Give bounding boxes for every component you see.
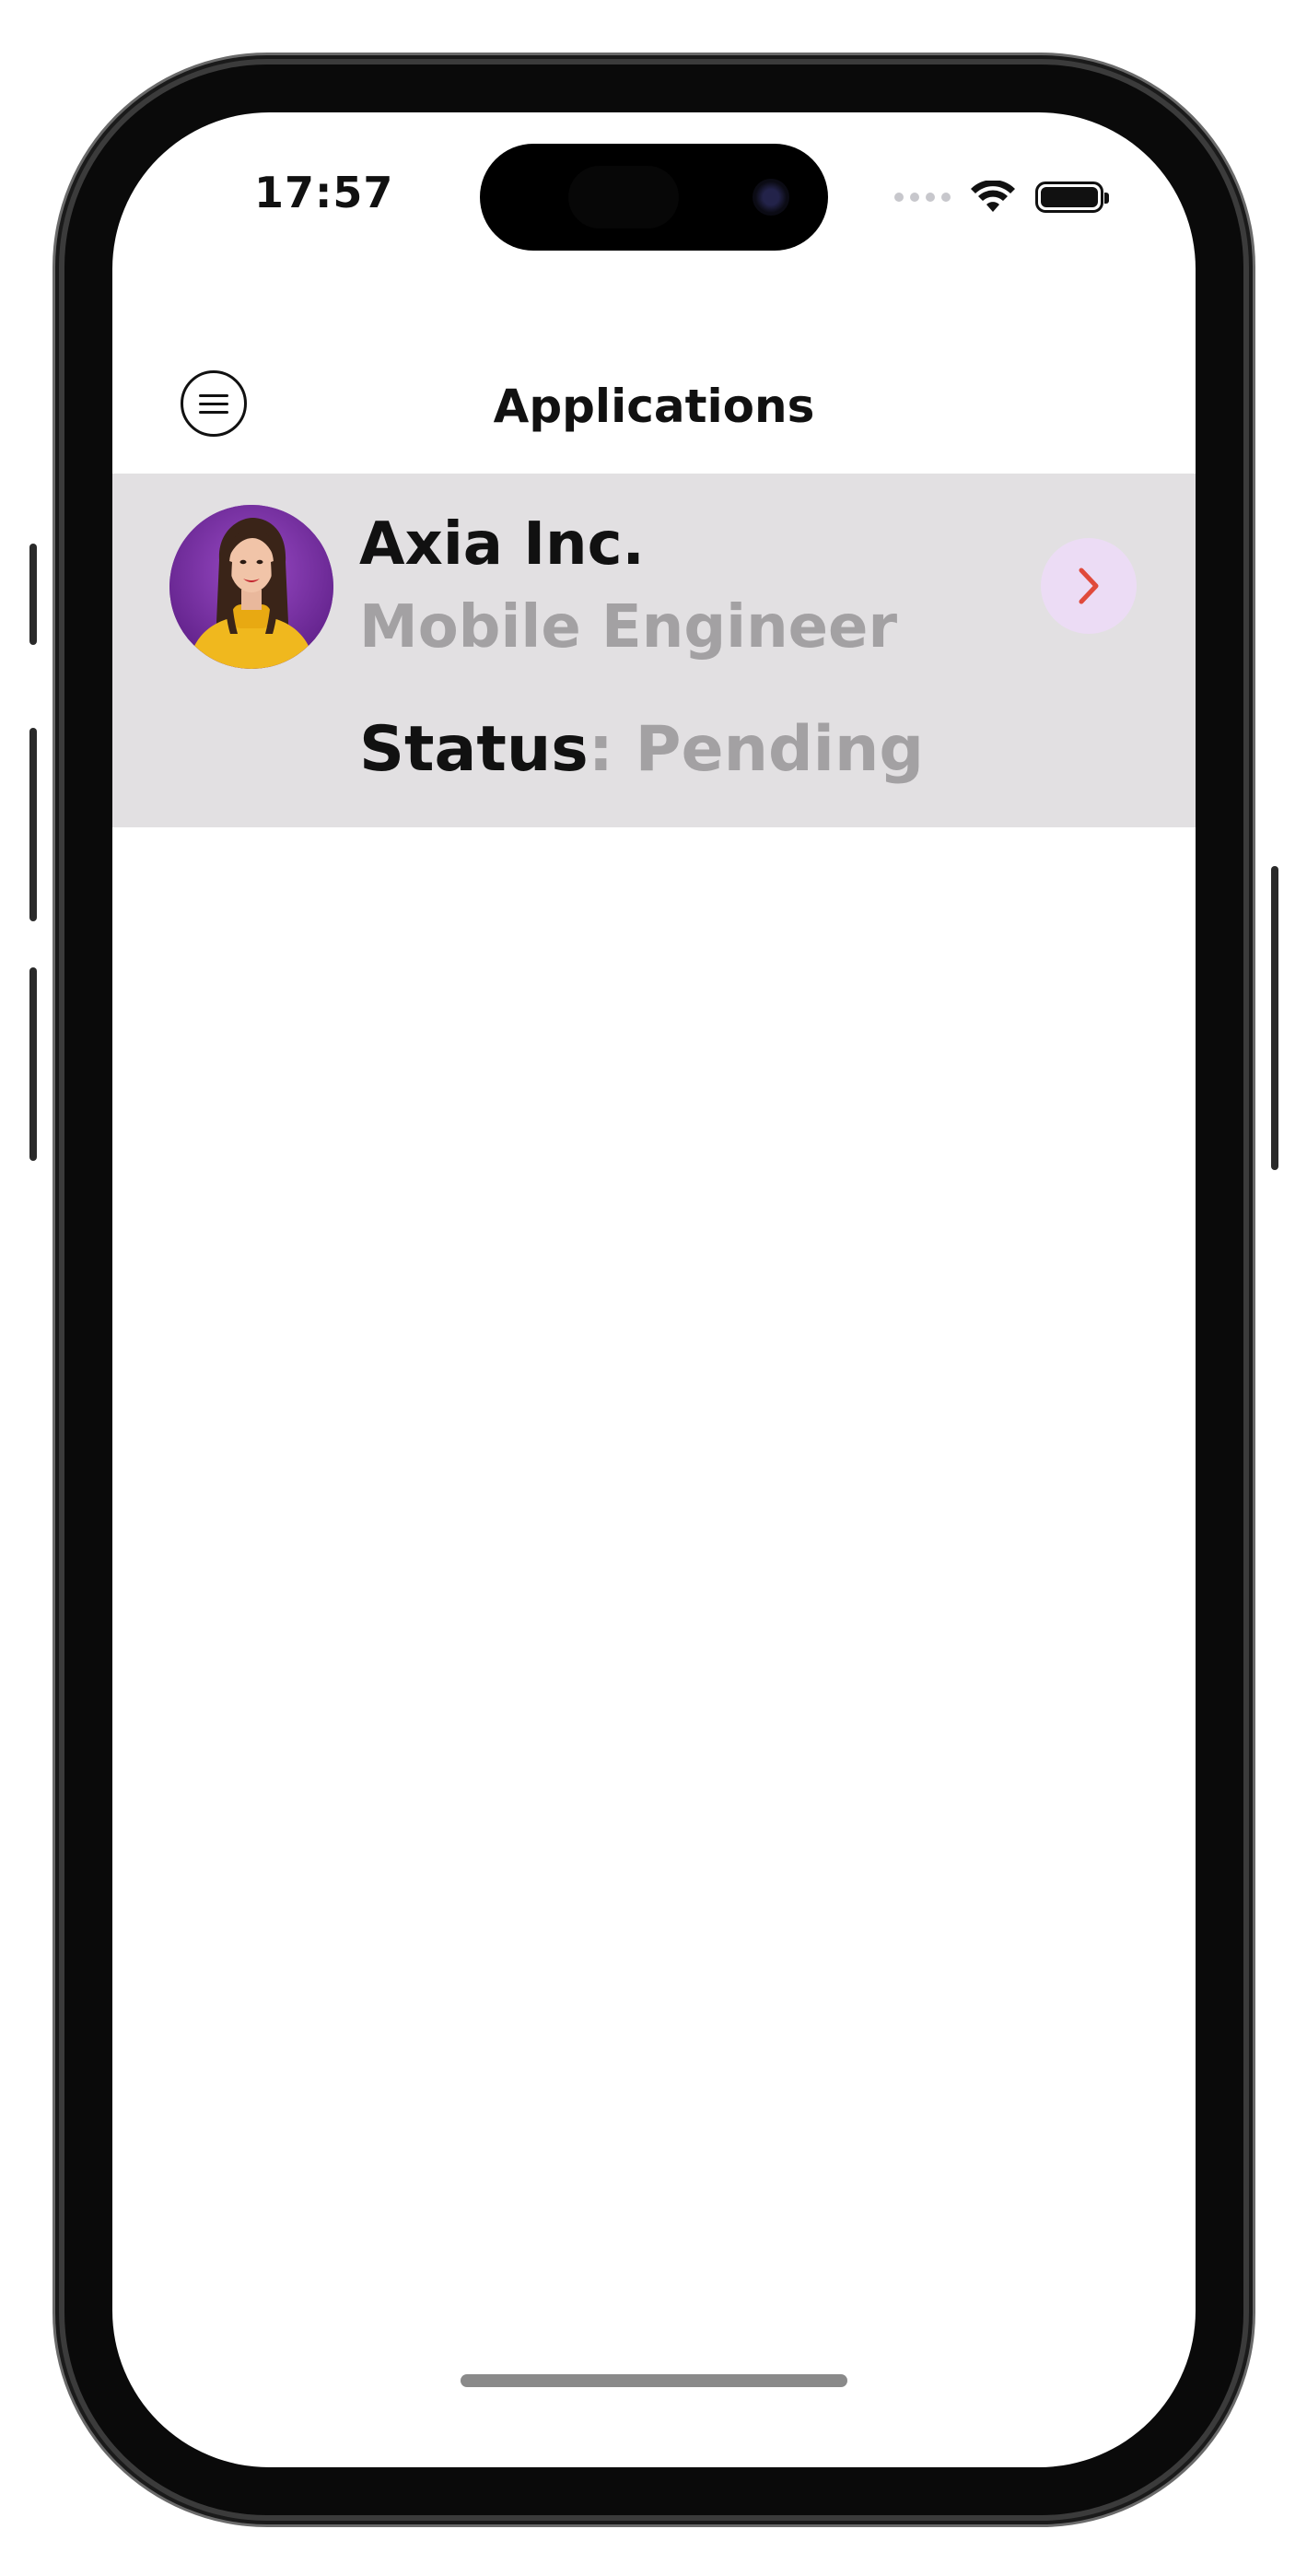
front-camera-icon	[753, 179, 789, 216]
volume-down-button	[29, 967, 37, 1161]
dynamic-island	[480, 144, 828, 251]
status-time: 17:57	[254, 168, 394, 217]
power-button	[1271, 866, 1278, 1170]
cellular-signal-icon	[894, 193, 951, 202]
open-application-button[interactable]	[1041, 538, 1137, 634]
phone-frame: 17:57 Applications Axia Inc. Mobile Engi…	[29, 64, 1278, 2515]
status-label: Status	[359, 713, 589, 786]
company-name: Axia Inc.	[359, 510, 645, 579]
person-avatar	[169, 505, 333, 669]
job-title: Mobile Engineer	[359, 593, 897, 662]
navigation-bar: Applications	[112, 352, 1196, 458]
status-icons	[894, 179, 1109, 216]
application-list-item[interactable]: Axia Inc. Mobile Engineer Status: Pendin…	[112, 474, 1196, 827]
app-screen: 17:57 Applications Axia Inc. Mobile Engi…	[112, 112, 1196, 2467]
status-bar: 17:57	[112, 112, 1196, 251]
wifi-icon	[971, 181, 1015, 212]
page-title: Applications	[493, 380, 815, 433]
application-status: Status: Pending	[359, 713, 924, 786]
action-button	[29, 544, 37, 645]
battery-icon	[1035, 181, 1109, 213]
home-indicator[interactable]	[461, 2374, 847, 2387]
status-value: : Pending	[588, 713, 925, 786]
chevron-right-icon	[1079, 568, 1099, 604]
island-sensor	[568, 166, 679, 228]
applications-list: Axia Inc. Mobile Engineer Status: Pendin…	[112, 474, 1196, 827]
volume-up-button	[29, 728, 37, 921]
